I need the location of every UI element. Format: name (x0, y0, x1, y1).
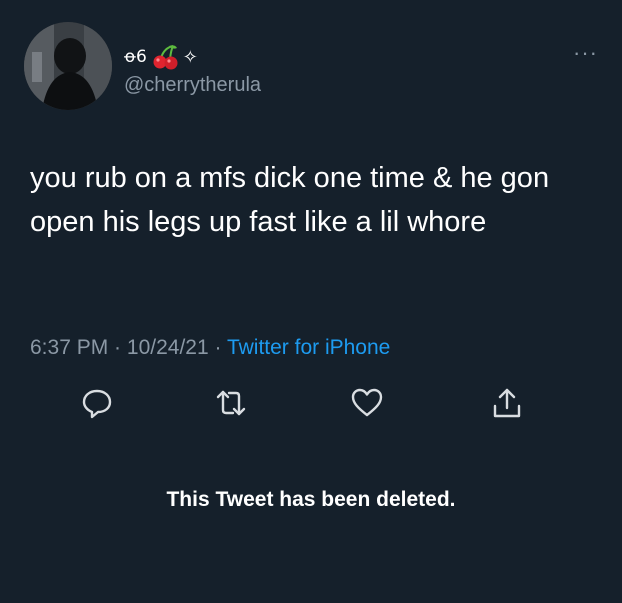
user-names: ꝋ6 ✧ @cherrytherula (124, 44, 261, 98)
tweet-header: ꝋ6 ✧ @cherrytherula ··· (24, 22, 598, 112)
tweet-time[interactable]: 6:37 PM (30, 336, 108, 359)
cherry-icon (151, 44, 179, 70)
tweet-date[interactable]: 10/24/21 (127, 336, 209, 359)
sparkle-icon: ✧ (182, 47, 198, 67)
reply-icon[interactable] (80, 386, 118, 424)
action-bar (80, 386, 560, 426)
avatar[interactable] (24, 22, 112, 110)
deleted-notice: This Tweet has been deleted. (166, 488, 456, 511)
display-name[interactable]: ꝋ6 ✧ (124, 44, 261, 70)
tweet-source[interactable]: Twitter for iPhone (227, 336, 390, 359)
tweet-text: you rub on a mfs dick one time & he gon … (30, 162, 558, 238)
meta-separator: · (208, 336, 227, 359)
display-name-text: ꝋ6 (124, 47, 147, 67)
tweet-meta: 6:37 PM · 10/24/21 · Twitter for iPhone (30, 334, 390, 362)
retweet-icon[interactable] (214, 386, 252, 424)
more-icon[interactable]: ··· (573, 42, 598, 64)
share-icon[interactable] (490, 386, 528, 424)
like-icon[interactable] (350, 386, 388, 424)
meta-separator: · (108, 336, 127, 359)
user-handle[interactable]: @cherrytherula (124, 72, 261, 98)
